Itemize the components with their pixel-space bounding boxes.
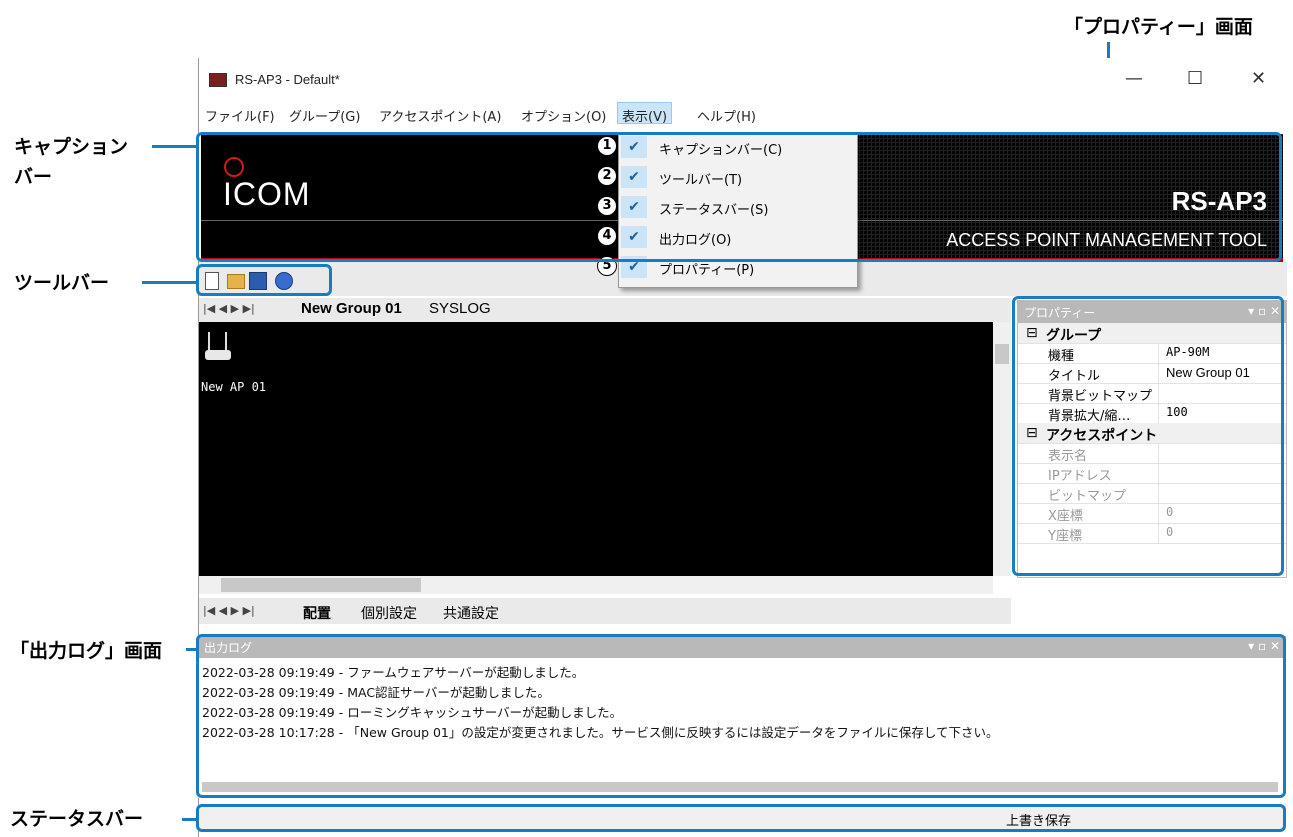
menu-bar: ファイル(F) グループ(G) アクセスポイント(A) オプション(O) 表示(…	[199, 102, 1287, 126]
highlight-caption-bar	[196, 132, 1282, 262]
annotation-status-bar: ステータスバー	[10, 808, 144, 830]
bottom-tab-nav-arrows[interactable]: |◀ ◀ ▶ ▶|	[203, 604, 255, 617]
scroll-thumb[interactable]	[221, 578, 421, 592]
leader-toolbar	[142, 281, 198, 284]
tab-new-group-01[interactable]: New Group 01	[301, 300, 402, 317]
highlight-toolbar	[196, 264, 332, 296]
annotation-caption-bar-2: バー	[14, 166, 53, 188]
menu-help[interactable]: ヘルプ(H)	[697, 106, 756, 125]
menu-access-point[interactable]: アクセスポイント(A)	[379, 106, 501, 125]
tab-individual-settings[interactable]: 個別設定	[361, 603, 417, 623]
annotation-toolbar: ツールバー	[14, 272, 110, 294]
group-tab-strip: |◀ ◀ ▶ ▶| New Group 01 SYSLOG	[199, 298, 1011, 322]
ap-name-label: New AP 01	[201, 380, 267, 394]
menu-file[interactable]: ファイル(F)	[205, 106, 275, 125]
menu-option[interactable]: オプション(O)	[521, 106, 606, 125]
highlight-status-bar	[196, 804, 1286, 832]
menu-group[interactable]: グループ(G)	[289, 106, 360, 125]
app-icon	[209, 73, 227, 87]
annotation-caption-bar-1: キャプション	[14, 136, 129, 158]
annotation-output-log: 「出力ログ」画面	[10, 640, 163, 662]
tab-syslog[interactable]: SYSLOG	[429, 300, 491, 317]
tab-common-settings[interactable]: 共通設定	[443, 603, 499, 623]
layout-canvas[interactable]	[199, 322, 993, 576]
highlight-property-panel	[1012, 296, 1284, 576]
tab-layout[interactable]: 配置	[303, 603, 331, 623]
title-bar: RS-AP3 - Default* — ☐ ✕	[199, 58, 1287, 102]
window-title: RS-AP3 - Default*	[235, 72, 340, 87]
tab-nav-arrows[interactable]: |◀ ◀ ▶ ▶|	[203, 302, 255, 315]
canvas-horizontal-scrollbar[interactable]	[199, 576, 993, 594]
minimize-button[interactable]: —	[1125, 68, 1143, 89]
highlight-output-log	[196, 634, 1286, 798]
menu-view[interactable]: 表示(V)	[617, 102, 673, 125]
leader-caption	[152, 145, 200, 148]
settings-tab-strip: |◀ ◀ ▶ ▶| 配置 個別設定 共通設定	[199, 598, 1011, 624]
canvas-vertical-scrollbar[interactable]	[993, 322, 1011, 576]
annotation-property-screen: 「プロパティー」画面	[1064, 16, 1253, 38]
maximize-button[interactable]: ☐	[1187, 68, 1203, 89]
close-button[interactable]: ✕	[1251, 68, 1266, 89]
access-point-icon[interactable]	[205, 332, 231, 362]
